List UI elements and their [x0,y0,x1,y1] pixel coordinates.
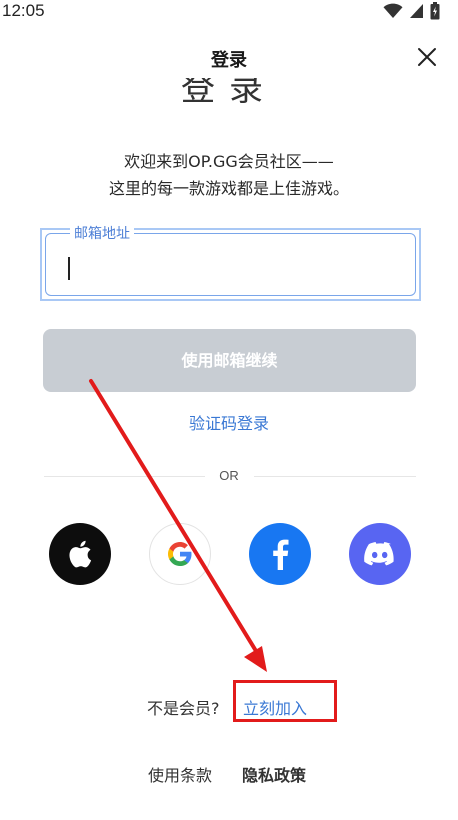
clipped-heading: 登录 [0,78,458,104]
email-input[interactable] [66,252,386,280]
email-field-focus-ring: 邮箱地址 [40,223,421,301]
discord-icon [364,542,394,566]
verification-code-login-link[interactable]: 验证码登录 [0,410,458,434]
annotation-highlight-box [233,680,337,722]
close-icon [418,48,436,66]
welcome-message: 欢迎来到OP.GG会员社区—— 这里的每一款游戏都是上佳游戏。 [40,148,418,202]
page-title: 登录 [211,50,247,71]
welcome-line-1: 欢迎来到OP.GG会员社区—— [124,152,334,171]
text-caret [68,257,70,280]
join-prompt: 不是会员? [147,699,220,718]
signal-icon [410,4,423,18]
clipped-heading-text: 登录 [181,78,277,104]
status-bar: 12:05 [0,0,458,24]
email-field[interactable]: 邮箱地址 [45,223,416,296]
welcome-line-2: 这里的每一款游戏都是上佳游戏。 [108,179,349,198]
header: 登录 [0,38,458,78]
close-button[interactable] [416,46,438,68]
facebook-login-button[interactable] [249,523,311,585]
discord-login-button[interactable] [349,523,411,585]
apple-icon [69,540,92,568]
google-login-button[interactable] [149,523,211,585]
email-field-label: 邮箱地址 [70,223,134,243]
continue-with-email-button[interactable]: 使用邮箱继续 [43,329,416,392]
status-time: 12:05 [2,1,45,20]
facebook-icon [273,539,289,570]
status-icons [383,2,440,20]
apple-login-button[interactable] [49,523,111,585]
google-icon [168,542,192,566]
battery-icon [430,2,440,20]
wifi-icon [383,3,403,18]
terms-of-use-link[interactable]: 使用条款 [148,762,212,786]
or-divider-text: OR [219,468,239,483]
privacy-policy-link[interactable]: 隐私政策 [242,762,306,786]
